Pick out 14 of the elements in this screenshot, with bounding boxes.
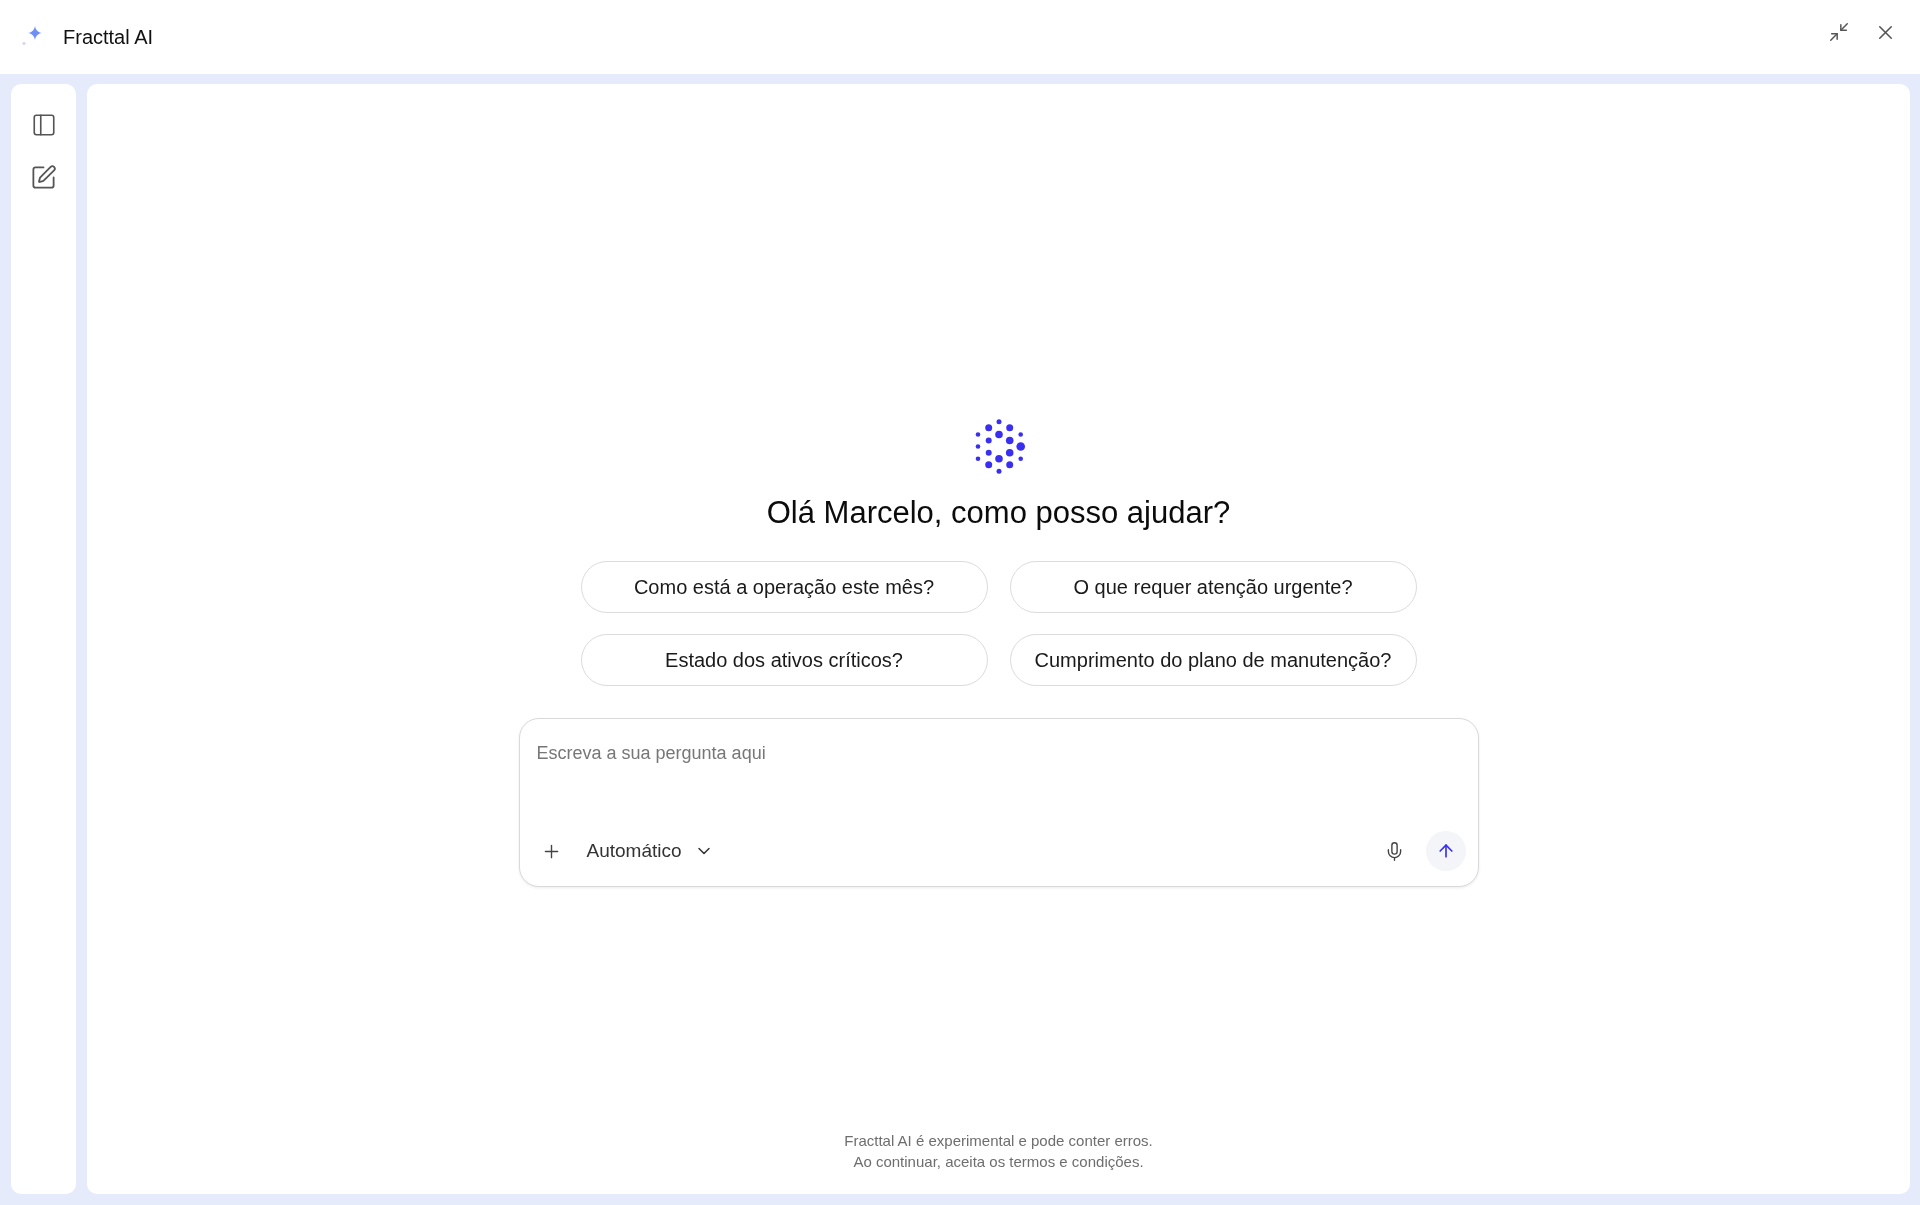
- pencil-square-icon: [30, 163, 57, 191]
- suggestion-chip[interactable]: O que requer atenção urgente?: [1009, 561, 1417, 613]
- greeting-heading: Olá Marcelo, como posso ajudar?: [766, 494, 1231, 532]
- question-input[interactable]: Escreva a sua pergunta aqui: [531, 739, 1466, 767]
- minimize-icon: [1828, 21, 1850, 43]
- mode-dropdown[interactable]: Automático: [586, 833, 714, 869]
- suggestion-chip[interactable]: Como está a operação este mês?: [580, 561, 988, 613]
- sidebar-panel-icon: [30, 112, 57, 138]
- disclaimer-text: Ao continuar, aceita os termos e condições.: [853, 1152, 1144, 1172]
- suggestion-chip[interactable]: Estado dos ativos críticos?: [580, 634, 988, 686]
- suggestion-chip[interactable]: Cumprimento do plano de manutenção?: [1009, 634, 1417, 686]
- window-title: Fracttal AI: [63, 25, 154, 50]
- send-button[interactable]: [1425, 831, 1466, 871]
- disclaimer-text: Fracttal AI é experimental e pode conter erros.: [844, 1131, 1153, 1151]
